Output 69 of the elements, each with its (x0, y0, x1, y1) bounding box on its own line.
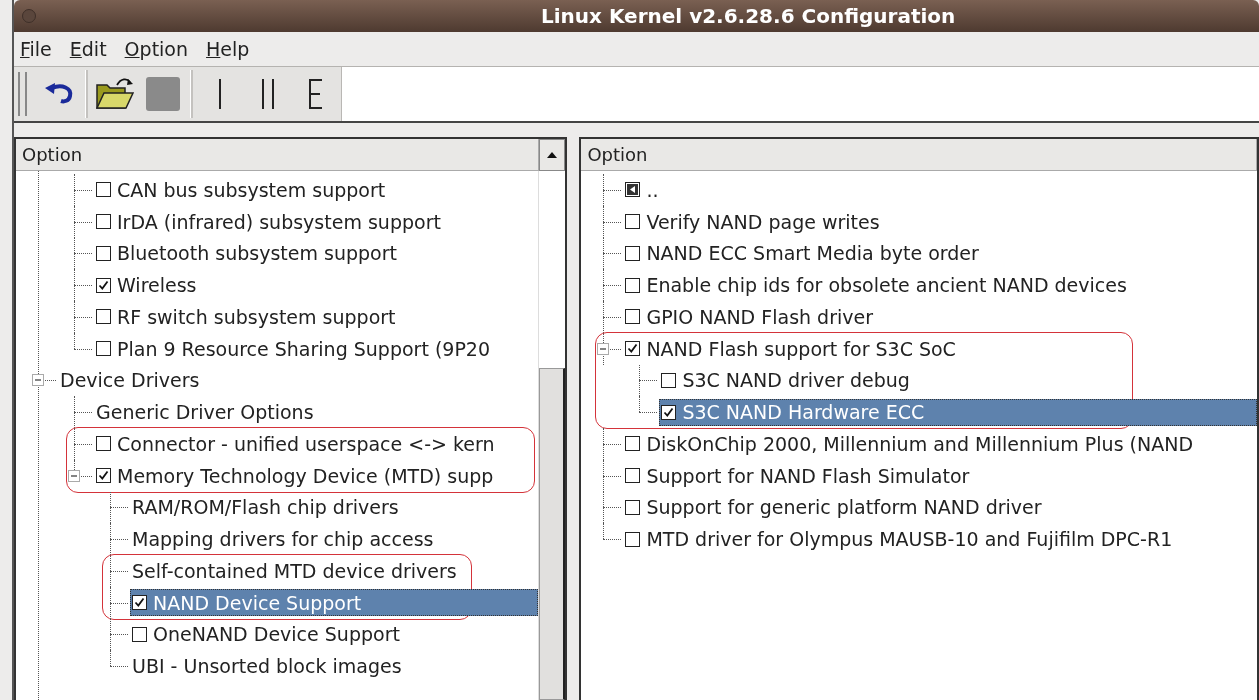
menu-item[interactable]: Edit (69, 38, 107, 60)
tree-item[interactable]: NAND ECC Smart Media byte order (623, 239, 1257, 267)
tree-item[interactable]: Wireless (94, 271, 539, 299)
collapse-toggle[interactable] (597, 342, 610, 355)
tree-item[interactable]: OneNAND Device Support (130, 620, 539, 648)
checkbox[interactable] (625, 245, 641, 261)
checkbox[interactable] (96, 309, 111, 325)
tree-item[interactable]: Connector - unified userspace <-> kern (94, 430, 539, 458)
scroll-up-button[interactable] (539, 139, 566, 171)
tree-item[interactable]: GPIO NAND Flash driver (623, 303, 1257, 331)
back-icon (625, 182, 641, 198)
window-title: Linux Kernel v2.6.28.6 Configuration (541, 4, 956, 28)
tree-item[interactable]: Generic Driver Options (94, 398, 539, 426)
tree-item[interactable]: UBI - Unsorted block images (130, 652, 539, 680)
checkbox[interactable] (132, 595, 147, 611)
checkbox[interactable] (96, 341, 111, 357)
tree-item[interactable]: Mapping drivers for chip access (130, 525, 539, 553)
tree-lines-icon (309, 79, 323, 109)
collapse-toggle[interactable] (32, 374, 44, 387)
single-line-icon (218, 79, 222, 109)
tree-item[interactable]: Verify NAND page writes (623, 208, 1257, 236)
checkbox[interactable] (625, 277, 641, 293)
checkbox[interactable] (96, 277, 111, 293)
tree-item[interactable]: Self-contained MTD device drivers (130, 557, 539, 585)
tree-item[interactable]: S3C NAND Hardware ECC (659, 398, 1257, 426)
checkbox[interactable] (96, 468, 111, 484)
tree-item[interactable]: Bluetooth subsystem support (94, 239, 539, 267)
tree-item[interactable]: .. (623, 176, 1257, 204)
checkbox[interactable] (625, 214, 641, 230)
checkbox[interactable] (661, 404, 677, 420)
checkbox[interactable] (625, 309, 641, 325)
tree-item[interactable]: NAND Flash support for S3C SoC (623, 335, 1257, 363)
checkbox[interactable] (132, 626, 147, 642)
double-line-icon (261, 79, 275, 109)
checkbox[interactable] (625, 468, 641, 484)
tree-item[interactable]: Enable chip ids for obsolete ancient NAND devices (623, 271, 1257, 299)
tree-item[interactable]: RAM/ROM/Flash chip drivers (130, 493, 539, 521)
tree-item[interactable]: Plan 9 Resource Sharing Support (9P20 (94, 335, 539, 363)
up-arrow-icon (546, 151, 559, 159)
checkbox[interactable] (625, 436, 641, 452)
collapse-toggle[interactable] (68, 469, 80, 482)
menu-item[interactable]: Option (124, 38, 189, 60)
tree-item[interactable]: Support for generic platform NAND driver (623, 493, 1257, 521)
checkbox[interactable] (96, 245, 111, 261)
column-header[interactable]: Option (16, 139, 540, 171)
tree-item[interactable]: RF switch subsystem support (94, 303, 539, 331)
checkbox[interactable] (96, 436, 111, 452)
tree-item[interactable]: Device Drivers (58, 366, 539, 394)
checkbox[interactable] (625, 531, 641, 547)
scrollbar-thumb[interactable] (539, 368, 566, 700)
menu-item[interactable]: File (20, 38, 52, 60)
tree-item[interactable]: NAND Device Support (130, 589, 539, 617)
tree-item[interactable]: MTD driver for Olympus MAUSB-10 and Fujifilm DPC-R1 (623, 525, 1257, 553)
folder-icon (95, 77, 135, 111)
checkbox[interactable] (96, 214, 111, 230)
tree-item[interactable]: S3C NAND driver debug (659, 366, 1257, 394)
square-icon (146, 77, 180, 111)
toolbar-handle[interactable] (18, 72, 27, 116)
checkbox[interactable] (625, 499, 641, 515)
checkbox[interactable] (625, 341, 641, 357)
tree-item[interactable]: Memory Technology Device (MTD) supp (94, 462, 539, 490)
tree-item[interactable]: DiskOnChip 2000, Millennium and Millennium Plus (NAND (623, 430, 1257, 458)
checkbox[interactable] (96, 182, 111, 198)
tree-item[interactable]: IrDA (infrared) subsystem support (94, 208, 539, 236)
checkbox[interactable] (661, 372, 677, 388)
menu-item[interactable]: Help (206, 38, 250, 60)
column-header[interactable]: Option (581, 139, 1257, 171)
tree-item[interactable]: CAN bus subsystem support (94, 176, 539, 204)
tree-item[interactable]: Support for NAND Flash Simulator (623, 462, 1257, 490)
